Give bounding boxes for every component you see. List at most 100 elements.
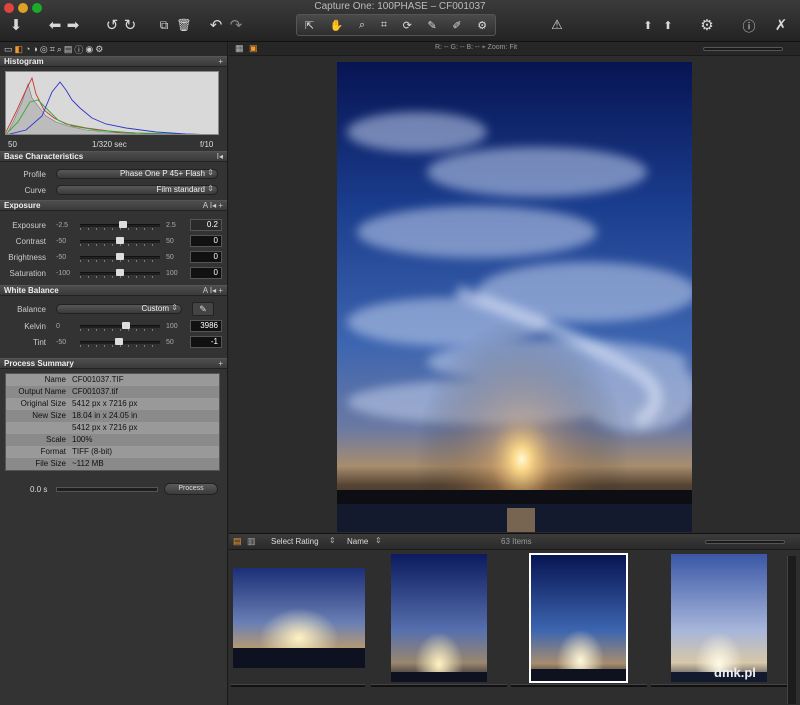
forward-icon[interactable]: ➡ bbox=[64, 14, 82, 36]
details-tab-icon[interactable]: ⌕ bbox=[57, 44, 62, 55]
thumbnail-bar bbox=[651, 684, 787, 687]
add-icon[interactable]: + bbox=[218, 359, 223, 368]
settings-icon[interactable]: ⚙ bbox=[698, 14, 716, 36]
library-tab-icon[interactable]: ▭ bbox=[4, 44, 13, 55]
back-icon[interactable]: ⬅ bbox=[46, 14, 64, 36]
list-view-icon[interactable]: ▥ bbox=[247, 536, 256, 547]
contrast-value[interactable]: 0 bbox=[190, 235, 222, 247]
crop-icon[interactable]: ⌗ bbox=[381, 19, 387, 32]
batch-tab-icon[interactable]: ⚙ bbox=[95, 44, 103, 55]
saturation-value[interactable]: 0 bbox=[190, 267, 222, 279]
kelvin-slider[interactable] bbox=[80, 325, 160, 328]
histogram-header[interactable]: Histogram + bbox=[0, 56, 227, 67]
process-button[interactable]: Process bbox=[164, 483, 218, 495]
browser-scrollbar[interactable] bbox=[787, 556, 796, 704]
filmstrip-view-icon[interactable]: ▤ bbox=[233, 536, 242, 547]
tool-tabs: ▭ ◧ ◔ ◑ ◎ ⌗ ⌕ ▤ ⓘ ◉ ⚙ bbox=[0, 42, 227, 56]
reset-icon[interactable]: I◂ bbox=[217, 152, 223, 161]
kelvin-value[interactable]: 3986 bbox=[190, 320, 222, 332]
select-rating-select[interactable]: Select Rating bbox=[271, 537, 319, 546]
exposure-row: Exposure -2.5 2.5 0.2 bbox=[0, 217, 227, 233]
kelvin-slider-thumb[interactable] bbox=[122, 322, 131, 329]
trash-icon[interactable]: 🗑 bbox=[176, 14, 192, 36]
zoom-slider[interactable] bbox=[703, 47, 783, 51]
process-summary-header[interactable]: Process Summary + bbox=[0, 358, 227, 369]
export-variant-icon[interactable]: ⬆ bbox=[660, 14, 676, 36]
histogram-iso: 50 bbox=[8, 140, 17, 149]
composition-tab-icon[interactable]: ⌗ bbox=[50, 44, 55, 55]
balance-select[interactable]: Custom bbox=[56, 304, 182, 314]
warning-icon[interactable]: ⚠ bbox=[548, 14, 566, 36]
undo-icon[interactable]: ↶ bbox=[208, 14, 224, 36]
thumbnail-size-slider[interactable] bbox=[705, 540, 785, 544]
color-readout: R: -- G: -- B: -- ⌖ Zoom: Fit bbox=[435, 44, 518, 51]
thumbnail[interactable] bbox=[233, 568, 365, 668]
selected-thumbnail[interactable] bbox=[529, 553, 628, 683]
capture-tab-icon[interactable]: ◧ bbox=[15, 44, 24, 55]
thumbnail-bar bbox=[371, 684, 507, 687]
exposure-slider-thumb[interactable] bbox=[119, 221, 128, 228]
histogram-graph bbox=[5, 71, 219, 135]
brush-icon[interactable]: ✐ bbox=[452, 19, 461, 32]
minimize-window-button[interactable] bbox=[18, 3, 28, 13]
copy-icon[interactable]: ⧉ bbox=[156, 14, 172, 36]
main-image[interactable] bbox=[337, 62, 692, 532]
redo-icon[interactable]: ↷ bbox=[228, 14, 244, 36]
contrast-slider-thumb[interactable] bbox=[116, 237, 124, 244]
eyedropper-icon[interactable]: ✎ bbox=[192, 302, 214, 316]
process-summary: Name CF001037.TIF Output Name CF001037.tif… bbox=[0, 369, 227, 499]
thumbnail[interactable] bbox=[671, 554, 767, 682]
summary-row: Format TIFF (8-bit) bbox=[40, 447, 112, 456]
auto-reset-icons[interactable]: A I◂ + bbox=[203, 201, 223, 210]
saturation-slider-thumb[interactable] bbox=[116, 269, 124, 276]
color-tab-icon[interactable]: ◔ bbox=[25, 44, 30, 54]
grid-view-icon[interactable]: ▦ bbox=[235, 43, 244, 54]
tint-value[interactable]: -1 bbox=[190, 336, 222, 348]
zoom-window-button[interactable] bbox=[32, 3, 42, 13]
pan-icon[interactable]: ⇱ bbox=[305, 19, 314, 32]
export-icon[interactable]: ⬆ bbox=[640, 14, 656, 36]
picker-icon[interactable]: ✎ bbox=[428, 19, 437, 32]
zoom-icon[interactable]: ⌕ bbox=[359, 19, 365, 32]
thumbnail-bar bbox=[231, 684, 365, 687]
exposure-header[interactable]: Exposure A I◂ + bbox=[0, 200, 227, 211]
thumbnail[interactable] bbox=[391, 554, 487, 682]
close-window-button[interactable] bbox=[4, 3, 14, 13]
add-icon[interactable]: + bbox=[218, 57, 223, 66]
sort-select[interactable]: Name bbox=[347, 537, 368, 546]
hand-icon[interactable]: ✋ bbox=[330, 19, 344, 32]
rotate-right-icon[interactable]: ↻ bbox=[122, 14, 138, 36]
contrast-row: Contrast -50 50 0 bbox=[0, 233, 227, 249]
summary-row: 5412 px x 7216 px bbox=[72, 423, 138, 432]
brightness-value[interactable]: 0 bbox=[190, 251, 222, 263]
brightness-row: Brightness -50 50 0 bbox=[0, 249, 227, 265]
summary-row: File Size ~112 MB bbox=[6, 458, 219, 470]
chevron-down-icon: ⇕ bbox=[375, 536, 382, 545]
lens-tab-icon[interactable]: ◎ bbox=[40, 44, 48, 55]
profile-select[interactable]: Phase One P 45+ Flash bbox=[56, 169, 218, 179]
exposure-tab-icon[interactable]: ◑ bbox=[32, 44, 37, 54]
tint-slider-thumb[interactable] bbox=[115, 338, 124, 345]
base-characteristics-header[interactable]: Base Characteristics I◂ bbox=[0, 151, 227, 162]
profile-row: Profile Phase One P 45+ Flash bbox=[0, 166, 227, 182]
metadata-tab-icon[interactable]: ⓘ bbox=[74, 43, 83, 56]
summary-row: New Size 18.04 in x 24.05 in bbox=[6, 410, 219, 422]
curve-select[interactable]: Film standard bbox=[56, 185, 218, 195]
viewer[interactable]: ▦ ▣ R: -- G: -- B: -- ⌖ Zoom: Fit bbox=[229, 42, 800, 532]
import-icon[interactable]: ⬇ bbox=[6, 14, 26, 36]
cursor-tools: ⇱ ✋ ⌕ ⌗ ⟳ ✎ ✐ ⚙ bbox=[296, 14, 496, 36]
single-view-icon[interactable]: ▣ bbox=[249, 43, 258, 54]
rotate-left-icon[interactable]: ↺ bbox=[104, 14, 120, 36]
tools-icon[interactable]: ✗ bbox=[772, 14, 790, 36]
balance-row: Balance Custom ✎ bbox=[0, 300, 227, 318]
output-tab-icon[interactable]: ◉ bbox=[85, 44, 93, 55]
white-balance-header[interactable]: White Balance A I◂ + bbox=[0, 285, 227, 296]
wb-auto-reset-icons[interactable]: A I◂ + bbox=[203, 286, 223, 295]
stamp-icon[interactable]: ⚙ bbox=[477, 19, 487, 32]
rotate-icon[interactable]: ⟳ bbox=[403, 19, 412, 32]
adjustments-tab-icon[interactable]: ▤ bbox=[64, 44, 73, 55]
exposure-value[interactable]: 0.2 bbox=[190, 219, 222, 231]
process-summary-table: Name CF001037.TIF Output Name CF001037.tif… bbox=[5, 373, 220, 471]
brightness-slider-thumb[interactable] bbox=[116, 253, 124, 260]
info-icon[interactable]: ⓘ bbox=[740, 14, 758, 36]
